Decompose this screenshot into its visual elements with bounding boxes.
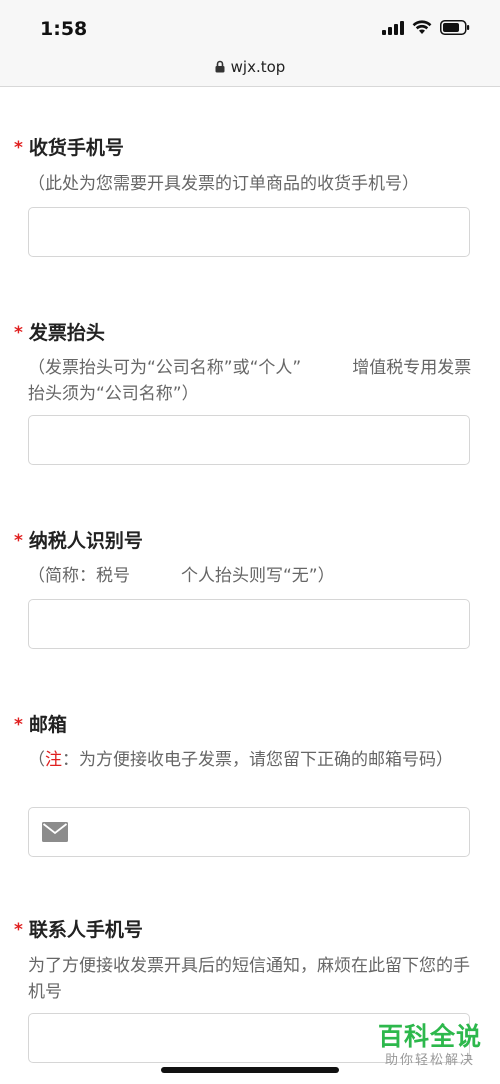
required-mark: * [14,323,23,343]
hint-rest: ：为方便接收电子发票，请您留下正确的邮箱号码） [62,750,453,770]
status-bar: 1:58 [0,0,500,48]
question-title-text: 发票抬头 [28,322,105,344]
question-title-text: 收货手机号 [28,137,124,159]
question-title: * 联系人手机号 [14,915,143,942]
url-text[interactable]: wjx.top [231,58,286,76]
hint-note: 注 [45,750,62,770]
watermark: 百科全说 助你轻松解决 [378,1022,482,1070]
lock-icon [215,58,225,77]
question-title: * 邮箱 [14,710,67,737]
signal-icon [382,20,404,39]
required-mark: * [14,531,23,551]
question-title-text: 联系人手机号 [28,919,143,941]
question-title: * 纳税人识别号 [14,526,143,553]
invoice-title-input[interactable] [28,415,470,465]
required-mark: * [14,138,23,158]
question-title: * 发票抬头 [14,318,105,345]
address-bar[interactable]: wjx.top [0,48,500,87]
question-title: * 收货手机号 [14,133,124,160]
email-input[interactable] [28,807,470,857]
battery-icon [440,20,470,39]
question-title-text: 邮箱 [28,714,67,736]
question-hint: （注：为方便接收电子发票，请您留下正确的邮箱号码） [28,747,473,773]
mail-icon [42,822,68,846]
home-indicator[interactable] [161,1067,339,1073]
taxpayer-id-input[interactable] [28,599,470,649]
status-icons [382,20,470,39]
hint-prefix: （ [28,750,45,770]
question-hint: （简称：税号 个人抬头则写“无”） [28,566,335,586]
required-mark: * [14,715,23,735]
question-hint: （此处为您需要开具发票的订单商品的收货手机号） [28,174,419,194]
question-hint: 为了方便接收发票开具后的短信通知，麻烦在此留下您的手机号 [28,956,470,1002]
watermark-subtitle: 助你轻松解决 [384,1053,475,1068]
required-mark: * [14,920,23,940]
watermark-title: 百科全说 [377,1022,482,1051]
status-time: 1:58 [40,18,88,40]
question-hint: （发票抬头可为“公司名称”或“个人” 增值税专用发票抬头须为“公司名称”） [28,358,472,404]
receiver-phone-input[interactable] [28,207,470,257]
question-title-text: 纳税人识别号 [28,530,143,552]
wifi-icon [412,20,432,39]
